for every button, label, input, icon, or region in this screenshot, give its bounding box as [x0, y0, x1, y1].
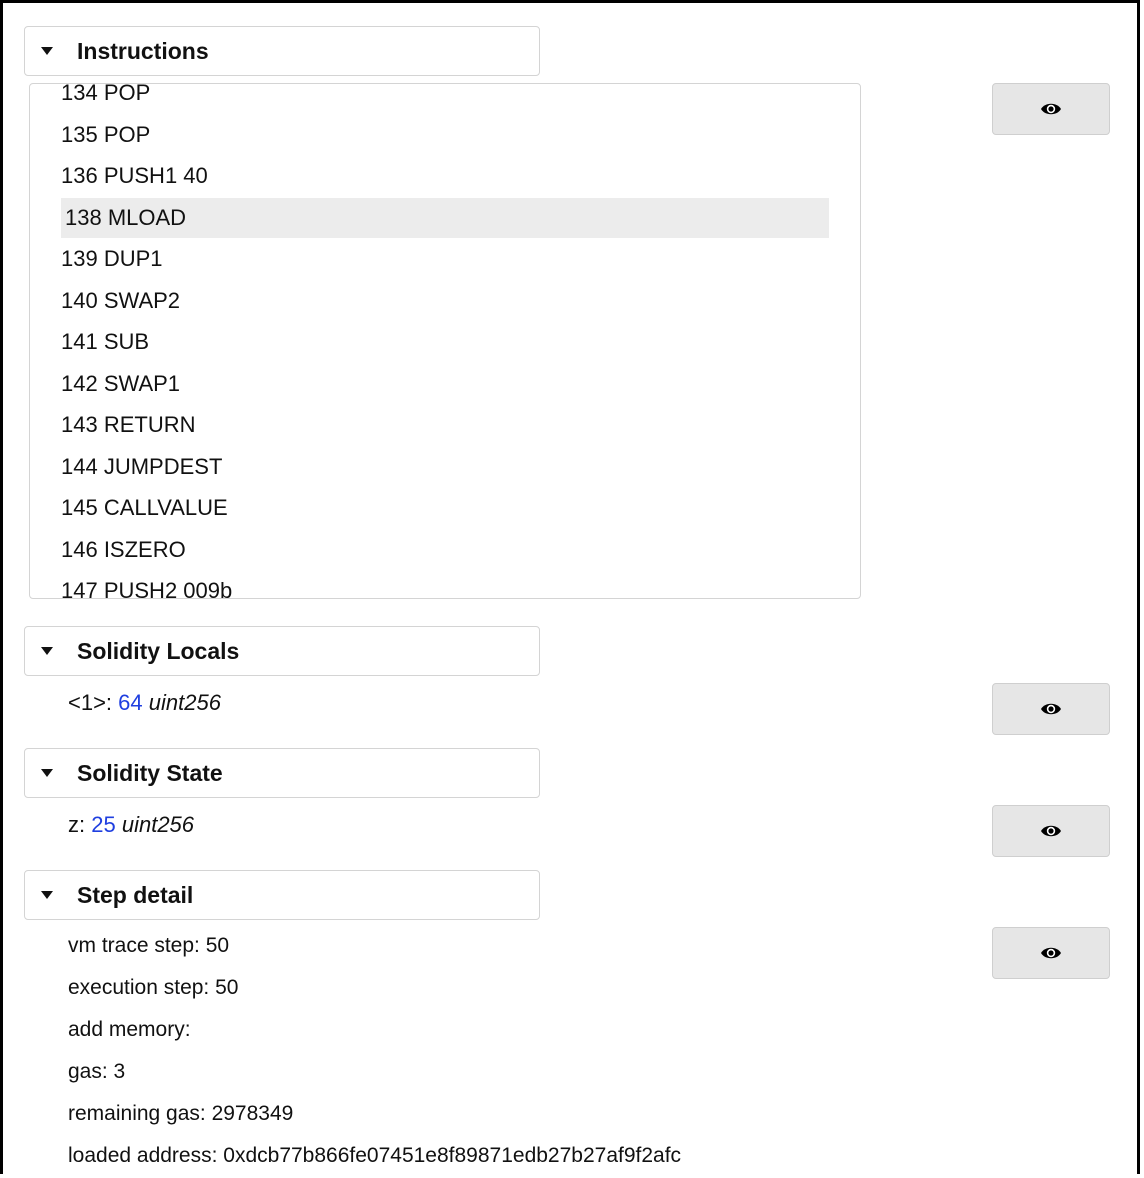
step-detail-view-button[interactable] [992, 927, 1110, 979]
variable-type: uint256 [148, 690, 221, 715]
instruction-row[interactable]: 141 SUB [30, 321, 860, 363]
section-title: Instructions [77, 37, 209, 64]
state-variable: z: 25 uint256 [68, 812, 194, 838]
instruction-row[interactable]: 134 POP [30, 84, 860, 114]
detail-remaining-gas: remaining gas: 2978349 [68, 1102, 294, 1125]
caret-down-icon [41, 769, 53, 777]
detail-loaded-address: loaded address: 0xdcb77b866fe07451e8f898… [68, 1144, 682, 1167]
instructions-header[interactable]: Instructions [24, 26, 540, 76]
instruction-row[interactable]: 136 PUSH1 40 [30, 155, 860, 197]
instruction-row[interactable]: 144 JUMPDEST [30, 446, 860, 488]
instruction-row[interactable]: 146 ISZERO [30, 529, 860, 571]
locals-view-button[interactable] [992, 683, 1110, 735]
instruction-row[interactable]: 142 SWAP1 [30, 363, 860, 405]
eye-icon [1041, 947, 1061, 959]
instruction-row-selected[interactable]: 138 MLOAD [30, 197, 860, 239]
solidity-state-header[interactable]: Solidity State [24, 748, 540, 798]
detail-add-memory: add memory: [68, 1018, 191, 1041]
variable-name: <1>: [68, 690, 119, 715]
section-title: Solidity Locals [77, 637, 240, 664]
instruction-row[interactable]: 143 RETURN [30, 404, 860, 446]
instruction-row[interactable]: 145 CALLVALUE [30, 487, 860, 529]
variable-value: 64 [118, 690, 143, 715]
eye-icon [1041, 825, 1061, 837]
section-title: Step detail [77, 881, 194, 908]
caret-down-icon [41, 47, 53, 55]
solidity-locals-header[interactable]: Solidity Locals [24, 626, 540, 676]
detail-vm-trace-step: vm trace step: 50 [68, 934, 230, 957]
instruction-row[interactable]: 140 SWAP2 [30, 280, 860, 322]
instruction-row[interactable]: 139 DUP1 [30, 238, 860, 280]
step-detail-header[interactable]: Step detail [24, 870, 540, 920]
state-view-button[interactable] [992, 805, 1110, 857]
variable-value: 25 [91, 812, 116, 837]
instruction-row[interactable]: 147 PUSH2 009b [30, 570, 860, 598]
variable-type: uint256 [121, 812, 195, 837]
variable-name: z: [68, 812, 92, 837]
instructions-view-button[interactable] [992, 83, 1110, 135]
eye-icon [1041, 703, 1061, 715]
local-variable: <1>: 64 uint256 [68, 690, 221, 716]
eye-icon [1041, 103, 1061, 115]
detail-execution-step: execution step: 50 [68, 976, 239, 999]
caret-down-icon [41, 891, 53, 899]
caret-down-icon [41, 647, 53, 655]
instruction-row[interactable]: 135 POP [30, 114, 860, 156]
instructions-list[interactable]: 134 POP 135 POP 136 PUSH1 40 138 MLOAD 1… [29, 83, 861, 599]
section-title: Solidity State [77, 759, 223, 786]
detail-gas: gas: 3 [68, 1060, 126, 1083]
